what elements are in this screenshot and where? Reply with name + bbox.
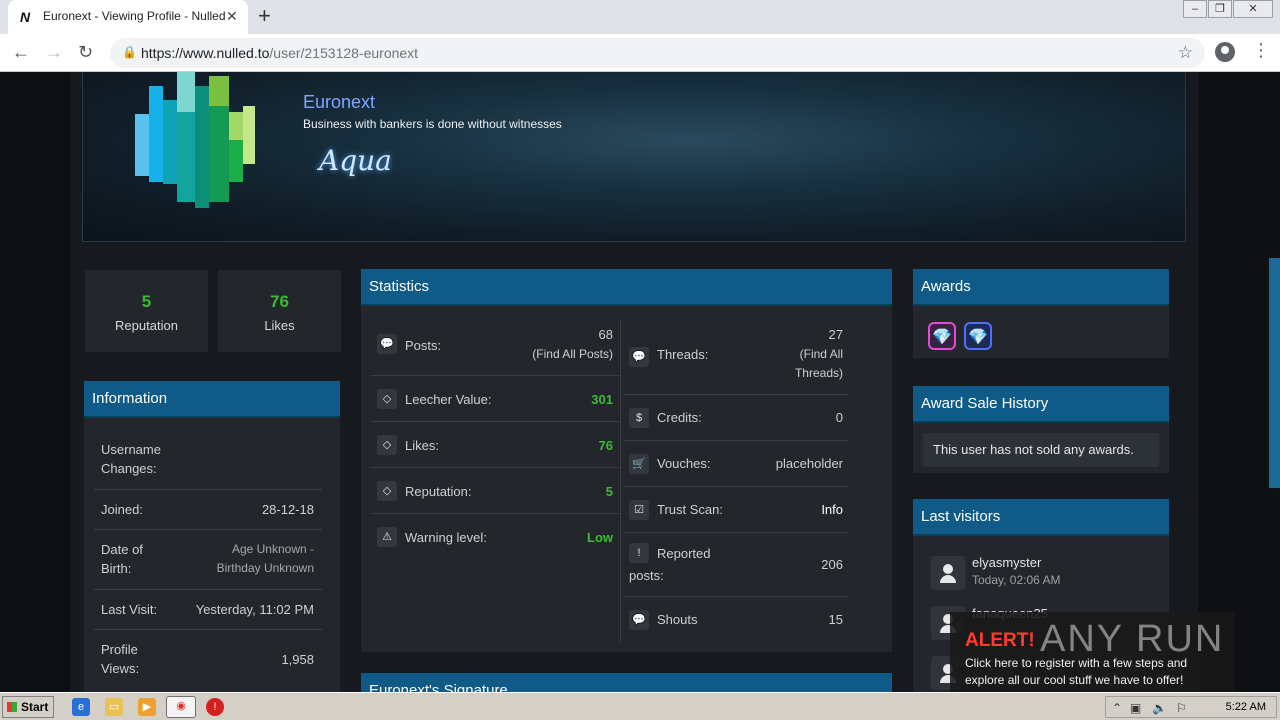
last-visitors-header: Last visitors: [913, 499, 1169, 536]
tray-expand-icon[interactable]: ⌃: [1112, 701, 1122, 715]
trust-scan-info-link[interactable]: Info: [821, 500, 843, 519]
stats-divider: [620, 320, 621, 642]
taskbar-clock: 5:22 AM: [1225, 701, 1266, 713]
comments-icon: 💬: [629, 610, 649, 630]
browser-tab[interactable]: N Euronext - Viewing Profile - Nulled ✕: [8, 0, 248, 34]
statistics-header: Statistics: [361, 269, 892, 306]
info-row-username-changes: Username Changes:: [94, 438, 322, 490]
forward-button[interactable]: →: [45, 42, 63, 62]
find-all-threads-link-2[interactable]: Threads): [795, 364, 843, 383]
stat-reported-posts: ! Reported posts: 206: [623, 533, 849, 597]
ie-icon[interactable]: e: [72, 698, 90, 716]
likes-label: Likes: [264, 318, 295, 333]
find-all-threads-link[interactable]: (Find All: [800, 345, 843, 364]
tab-title: Euronext - Viewing Profile - Nulled: [43, 9, 226, 23]
aqua-rank-badge: Aqua: [319, 144, 392, 177]
stat-likes: ◇ Likes: 76: [371, 422, 619, 468]
close-window-button[interactable]: ✕: [1233, 0, 1273, 18]
chrome-taskbar-icon[interactable]: ◉: [166, 696, 196, 718]
euronext-avatar-logo: [135, 72, 257, 212]
stat-trust-scan: ☑ Trust Scan: Info: [623, 487, 849, 533]
stat-shouts: 💬 Shouts 15: [623, 597, 849, 643]
warning-icon: ⚠: [377, 527, 397, 547]
profile-page: Euronext Business with bankers is done w…: [0, 72, 1280, 692]
info-row-profile-views: Profile Views: 1,958: [101, 642, 314, 676]
stat-leecher-value: ◇ Leecher Value: 301: [371, 376, 619, 422]
security-alert-icon[interactable]: !: [206, 698, 224, 716]
tab-close-icon[interactable]: ✕: [226, 8, 238, 24]
cart-icon: 🛒: [629, 454, 649, 474]
media-player-icon[interactable]: ▶: [138, 698, 156, 716]
reputation-box: 5 Reputation: [85, 270, 208, 352]
comment-icon: 💬: [377, 334, 397, 354]
information-panel: Username Changes: Joined: 28-12-18 Date …: [84, 418, 340, 692]
check-icon: ☑: [629, 500, 649, 520]
information-header: Information: [84, 381, 340, 418]
minimize-button[interactable]: –: [1183, 0, 1207, 18]
info-row-last-visit: Last Visit: Yesterday, 11:02 PM: [94, 590, 322, 630]
address-bar[interactable]: 🔒 https://www.nulled.to/user/2153128-eur…: [110, 38, 1205, 68]
browser-toolbar: ← → ↻ 🔒 https://www.nulled.to/user/21531…: [0, 34, 1280, 72]
signature-header: Euronext's Signature: [361, 673, 892, 692]
visitor-time: Today, 02:06 AM: [972, 573, 1061, 587]
browser-menu-icon[interactable]: ⋮: [1252, 40, 1270, 60]
find-all-posts-link[interactable]: (Find All Posts): [532, 345, 613, 364]
profile-banner: Euronext Business with bankers is done w…: [82, 72, 1186, 242]
system-tray: ⌃ ▣ 🔈 ⚐ 5:22 AM: [1105, 696, 1277, 718]
volume-icon[interactable]: 🔈: [1152, 701, 1167, 715]
stat-credits: $ Credits: 0: [623, 395, 849, 441]
alert-text[interactable]: Click here to register with a few steps …: [965, 655, 1225, 689]
lock-icon: 🔒: [122, 45, 137, 59]
diamond-icon: ◇: [377, 481, 397, 501]
back-button[interactable]: ←: [12, 42, 30, 62]
award-sale-header: Award Sale History: [913, 386, 1169, 423]
stat-threads: 💬 Threads: 27 (Find All Threads): [623, 320, 849, 395]
award-sale-panel: This user has not sold any awards.: [913, 423, 1169, 473]
pink-diamond-icon[interactable]: 💎: [928, 322, 956, 350]
anyrun-alert-banner[interactable]: ANY RUN ALERT! Click here to register wi…: [950, 612, 1235, 692]
blue-diamond-icon[interactable]: 💎: [964, 322, 992, 350]
network-icon[interactable]: ▣: [1130, 701, 1141, 715]
nulled-favicon-icon: N: [20, 9, 31, 25]
dollar-icon: $: [629, 408, 649, 428]
likes-value: 76: [270, 292, 289, 311]
awards-header: Awards: [913, 269, 1169, 306]
award-sale-message: This user has not sold any awards.: [923, 433, 1159, 467]
info-row-joined: Joined: 28-12-18: [94, 490, 322, 530]
stat-vouches: 🛒 Vouches: placeholder: [623, 441, 849, 487]
visitor-name[interactable]: elyasmyster: [972, 555, 1041, 570]
flag-icon[interactable]: ⚐: [1176, 701, 1187, 715]
scroll-accent-bar: [1269, 258, 1280, 488]
reputation-label: Reputation: [115, 318, 178, 333]
visitor-avatar[interactable]: [931, 556, 965, 590]
reputation-value: 5: [141, 292, 152, 311]
stat-posts: 💬 Posts: 68 (Find All Posts): [371, 320, 619, 376]
start-button[interactable]: Start: [2, 696, 54, 718]
tab-strip: N Euronext - Viewing Profile - Nulled ✕ …: [0, 0, 1280, 34]
statistics-panel: 💬 Posts: 68 (Find All Posts) ◇ Leecher V…: [361, 306, 892, 652]
explorer-folder-icon[interactable]: ▭: [105, 698, 123, 716]
account-icon[interactable]: [1215, 42, 1235, 62]
stat-warning-level: ⚠ Warning level: Low: [371, 514, 619, 560]
stat-reputation: ◇ Reputation: 5: [371, 468, 619, 514]
new-tab-button[interactable]: +: [258, 4, 271, 28]
reload-button[interactable]: ↻: [78, 42, 93, 62]
url-text[interactable]: https://www.nulled.to/user/2153128-euron…: [141, 45, 418, 61]
bookmark-star-icon[interactable]: ☆: [1178, 43, 1193, 63]
info-row-date-of-birth: Date of Birth: Age Unknown - Birthday Un…: [94, 530, 322, 590]
profile-tagline: Business with bankers is done without wi…: [303, 117, 562, 131]
profile-username: Euronext: [303, 92, 376, 112]
comments-icon: 💬: [629, 347, 649, 367]
page-margin-right: [1198, 72, 1280, 692]
page-margin-left: [0, 72, 70, 692]
likes-box: 76 Likes: [218, 270, 341, 352]
diamond-icon: ◇: [377, 435, 397, 455]
maximize-button[interactable]: ❐: [1208, 0, 1232, 18]
diamond-icon: ◇: [377, 389, 397, 409]
windows-taskbar: Start e ▭ ▶ ◉ ! ⌃ ▣ 🔈 ⚐ 5:22 AM: [0, 692, 1280, 720]
alert-title: ALERT!: [965, 630, 1035, 651]
